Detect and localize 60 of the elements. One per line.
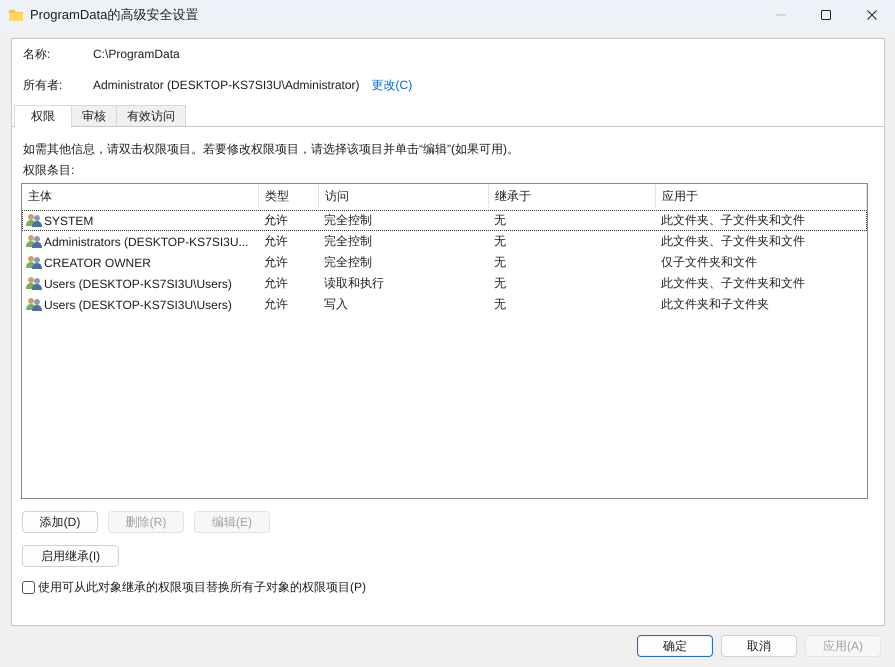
users-icon [25,213,43,228]
table-cell-text: 仅子文件夹和文件 [660,254,758,271]
name-value: C:\ProgramData [93,46,181,63]
table-row[interactable]: Users (DESKTOP-KS7SI3U\Users) 允许 读取和执行 无 此文件夹、子文件夹和文件 [22,273,867,294]
dialog-button[interactable]: 取消 [721,635,797,657]
change-link[interactable]: 更改(C) [360,70,412,101]
column-header[interactable]: 应用于 [656,184,867,208]
close-button[interactable] [866,10,878,20]
column-header[interactable]: 继承于 [489,184,656,208]
action-button[interactable]: 添加(D) [22,511,98,533]
column-header[interactable]: 主体 [22,184,259,208]
table-row[interactable]: CREATOR OWNER 允许 完全控制 无 仅子文件夹和文件 [22,252,867,273]
users-icon [25,297,43,312]
table-cell-text: 完全控制 [323,233,373,250]
table-row[interactable]: Administrators (DESKTOP-KS7SI3U... 允许 完全控制 无 此文件夹、子文件夹和文件 [22,231,867,252]
table-cell-text: 无 [493,296,507,313]
tab[interactable]: 有效访问 [116,105,186,126]
column-header[interactable]: 访问 [319,184,489,208]
info-text: 如需其他信息，请双击权限项目。若要修改权限项目，请选择该项目并单击“编辑”(如果可用)。 [23,142,519,156]
inherit-button[interactable]: 启用继承(I) [22,545,119,567]
table-cell-text: 此文件夹、子文件夹和文件 [660,212,806,229]
users-icon [25,234,43,249]
table-cell-text: 此文件夹、子文件夹和文件 [660,275,806,292]
dialog-button[interactable]: 确定 [637,635,713,657]
window-title: ProgramData的高级安全设置 [30,6,200,24]
users-icon [25,276,43,291]
table-cell-text: 此文件夹、子文件夹和文件 [660,233,806,250]
table-cell-text: 允许 [263,296,289,313]
checkbox[interactable] [22,581,35,594]
list-label: 权限条目: [23,163,74,177]
column-header[interactable]: 类型 [259,184,319,208]
table-cell: Users (DESKTOP-KS7SI3U\Users) [44,298,232,312]
table-cell-text: 允许 [263,212,289,229]
table-cell-text: 无 [493,254,507,271]
users-icon [25,255,43,270]
table-row[interactable]: Users (DESKTOP-KS7SI3U\Users) 允许 写入 无 此文件夹和子文件夹 [22,294,867,315]
table-cell: CREATOR OWNER [44,256,151,270]
name-label: 名称: [23,46,52,63]
table-cell: SYSTEM [44,214,94,228]
maximize-button[interactable] [820,10,832,20]
checkbox-label: 使用可从此对象继承的权限项目替换所有子对象的权限项目(P) [38,579,366,596]
table-cell-text: 允许 [263,233,289,250]
table-row[interactable]: SYSTEM 允许 完全控制 无 此文件夹、子文件夹和文件 [22,210,867,231]
table-cell: Administrators (DESKTOP-KS7SI3U... [44,234,249,248]
table-cell-text: 无 [493,212,507,229]
folder-icon [8,8,24,22]
table-cell-text: 读取和执行 [323,275,385,292]
owner-value: Administrator (DESKTOP-KS7SI3U\Administrator) [93,77,360,94]
tab[interactable]: 审核 [71,105,117,126]
table-cell-text: 允许 [263,254,289,271]
table-cell-text: 完全控制 [323,254,373,271]
table-cell-text: 允许 [263,275,289,292]
table-cell-text: 写入 [323,296,349,313]
table-cell: Users (DESKTOP-KS7SI3U\Users) [44,276,232,290]
table-cell-text: 无 [493,275,507,292]
table-cell-text: 完全控制 [323,212,373,229]
owner-label: 所有者: [23,77,64,94]
tab[interactable]: 权限 [14,105,72,128]
table-cell-text: 此文件夹和子文件夹 [660,296,770,313]
table-cell-text: 无 [493,233,507,250]
